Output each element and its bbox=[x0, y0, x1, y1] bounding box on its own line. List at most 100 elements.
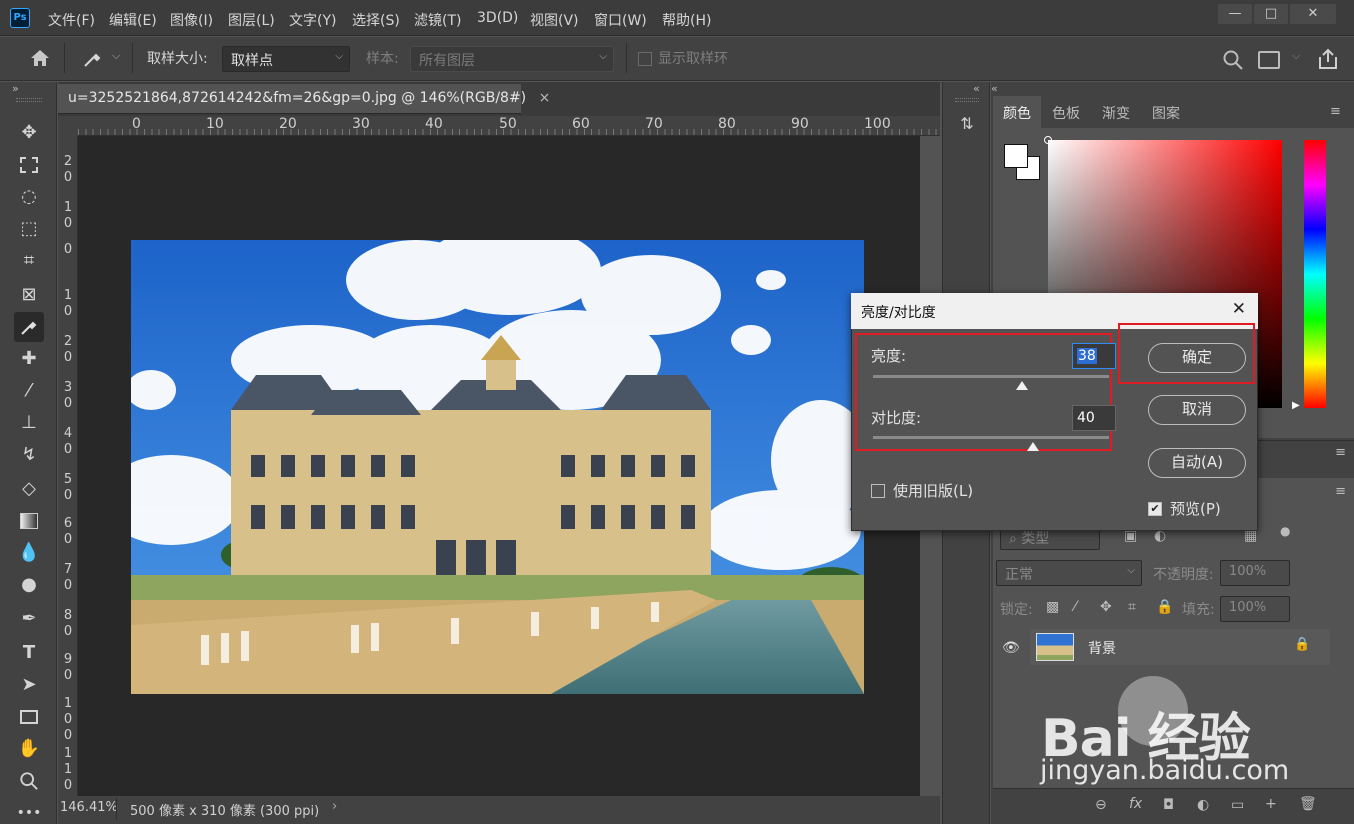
more-tools-icon[interactable]: ••• bbox=[14, 798, 44, 824]
show-ring-checkbox[interactable] bbox=[638, 52, 652, 66]
document-image[interactable] bbox=[131, 240, 864, 694]
search-icon[interactable] bbox=[1222, 49, 1244, 71]
menu-window[interactable]: 窗口(W) bbox=[594, 10, 647, 30]
hue-slider[interactable] bbox=[1304, 140, 1326, 408]
cancel-button[interactable]: 取消 bbox=[1148, 395, 1246, 425]
tab-swatches[interactable]: 色板 bbox=[1042, 96, 1090, 128]
panel-menu-icon[interactable]: ≡ bbox=[1335, 445, 1346, 460]
workspace-icon[interactable] bbox=[1258, 51, 1280, 69]
brightness-slider-thumb[interactable] bbox=[1015, 381, 1028, 390]
ok-button[interactable]: 确定 bbox=[1148, 343, 1246, 373]
blend-mode-select[interactable]: 正常 ⌵ bbox=[996, 560, 1142, 586]
menu-view[interactable]: 视图(V) bbox=[530, 10, 579, 30]
document-tab[interactable]: u=3252521864,872614242&fm=26&gp=0.jpg @ … bbox=[58, 84, 550, 114]
menu-help[interactable]: 帮助(H) bbox=[662, 10, 711, 30]
delete-layer-trash-icon[interactable]: 🗑 bbox=[1299, 796, 1317, 812]
contrast-slider[interactable] bbox=[873, 436, 1109, 439]
lock-all-icon[interactable]: 🔒 bbox=[1156, 599, 1173, 615]
new-layer-icon[interactable]: + bbox=[1265, 796, 1277, 812]
opacity-input[interactable]: 100% bbox=[1220, 560, 1290, 586]
lock-transparent-icon[interactable]: ▩ bbox=[1046, 599, 1059, 615]
healing-brush-tool-icon[interactable]: ✚ bbox=[14, 344, 44, 374]
clone-stamp-tool-icon[interactable]: ⊥ bbox=[14, 408, 44, 438]
layer-row-background[interactable]: 背景 🔒 bbox=[1030, 629, 1330, 665]
tool-preset-chevron-icon[interactable]: ⌵ bbox=[112, 49, 120, 63]
gradient-tool-icon[interactable] bbox=[14, 506, 44, 536]
object-selection-tool-icon[interactable]: ⬚ bbox=[14, 214, 44, 244]
menu-select[interactable]: 选择(S) bbox=[352, 10, 400, 30]
path-selection-tool-icon[interactable]: ➤ bbox=[14, 670, 44, 700]
use-legacy-checkbox[interactable] bbox=[871, 484, 885, 498]
lasso-tool-icon[interactable]: ◌ bbox=[14, 182, 44, 212]
link-layers-icon[interactable]: ⊖ bbox=[1095, 797, 1107, 813]
horizontal-ruler[interactable]: 0 10 20 30 40 50 60 70 80 90 100 bbox=[78, 116, 940, 136]
crop-tool-icon[interactable]: ⌗ bbox=[14, 246, 44, 276]
share-icon[interactable] bbox=[1316, 47, 1340, 71]
ruler-origin[interactable] bbox=[58, 116, 78, 136]
preview-checkbox[interactable]: ✔ bbox=[1148, 502, 1162, 516]
zoom-level[interactable]: 146.41% bbox=[60, 800, 118, 815]
filter-toggle-icon[interactable]: ● bbox=[1280, 524, 1290, 538]
marquee-tool-icon[interactable] bbox=[14, 150, 44, 180]
type-tool-icon[interactable]: T bbox=[14, 638, 44, 668]
status-menu-arrow-icon[interactable]: › bbox=[332, 799, 337, 814]
brightness-slider[interactable] bbox=[873, 375, 1109, 378]
zoom-tool-icon[interactable] bbox=[14, 766, 44, 796]
blur-tool-icon[interactable]: 💧 bbox=[14, 538, 44, 568]
panel-menu-icon[interactable]: ≡ bbox=[1330, 104, 1341, 119]
eyedropper-icon[interactable] bbox=[80, 47, 104, 71]
contrast-input[interactable]: 40 bbox=[1072, 405, 1116, 431]
adjustment-layer-icon[interactable]: ◐ bbox=[1197, 797, 1209, 813]
brush-tool-icon[interactable]: ⁄ bbox=[14, 376, 44, 406]
auto-button[interactable]: 自动(A) bbox=[1148, 448, 1246, 478]
menu-file[interactable]: 文件(F) bbox=[48, 10, 95, 30]
eyedropper-tool-icon[interactable] bbox=[14, 312, 44, 342]
tab-patterns[interactable]: 图案 bbox=[1142, 96, 1190, 128]
foreground-color-swatch[interactable] bbox=[1004, 144, 1028, 168]
lock-position-icon[interactable]: ✥ bbox=[1100, 599, 1112, 615]
menu-image[interactable]: 图像(I) bbox=[170, 10, 213, 30]
menu-filter[interactable]: 滤镜(T) bbox=[414, 10, 461, 30]
pen-tool-icon[interactable]: ✒ bbox=[14, 604, 44, 634]
lock-artboard-icon[interactable]: ⌗ bbox=[1128, 599, 1136, 615]
lock-pixels-brush-icon[interactable]: ⁄ bbox=[1074, 599, 1076, 615]
hue-slider-handle[interactable]: ▶ bbox=[1292, 400, 1300, 411]
move-tool-icon[interactable]: ✥ bbox=[14, 118, 44, 148]
history-panel-icon[interactable]: ⇅ bbox=[953, 110, 981, 138]
contrast-slider-thumb[interactable] bbox=[1027, 442, 1040, 451]
eraser-tool-icon[interactable]: ◇ bbox=[14, 474, 44, 504]
sample-select[interactable]: 所有图层 ⌵ bbox=[410, 46, 614, 72]
sample-size-select[interactable]: 取样点 ⌵ bbox=[222, 46, 350, 72]
menu-edit[interactable]: 编辑(E) bbox=[109, 10, 157, 30]
tab-gradients[interactable]: 渐变 bbox=[1092, 96, 1140, 128]
vertical-ruler[interactable]: 2 0 1 0 0 1 0 2 0 3 0 4 0 5 0 6 0 7 0 8 … bbox=[58, 136, 78, 796]
rectangle-tool-icon[interactable] bbox=[14, 702, 44, 732]
collapse-panel-icon[interactable]: » bbox=[12, 82, 19, 95]
collapse-panels-icon[interactable]: « bbox=[991, 82, 998, 95]
tab-color[interactable]: 颜色 bbox=[993, 96, 1041, 128]
menu-3d[interactable]: 3D(D) bbox=[477, 10, 518, 26]
menu-layer[interactable]: 图层(L) bbox=[228, 10, 275, 30]
fill-input[interactable]: 100% bbox=[1220, 596, 1290, 622]
add-mask-icon[interactable]: ◘ bbox=[1163, 797, 1174, 813]
workspace-chevron-icon[interactable]: ⌵ bbox=[1292, 49, 1300, 63]
menu-type[interactable]: 文字(Y) bbox=[289, 10, 336, 30]
dodge-tool-icon[interactable]: ● bbox=[14, 570, 44, 600]
minimize-button[interactable]: — bbox=[1218, 4, 1252, 24]
color-picker-handle[interactable] bbox=[1044, 136, 1052, 144]
dialog-close-icon[interactable]: ✕ bbox=[1232, 299, 1246, 319]
expand-panels-icon[interactable]: « bbox=[973, 82, 980, 95]
maximize-button[interactable]: □ bbox=[1254, 4, 1288, 24]
brightness-input[interactable]: 38 bbox=[1072, 343, 1116, 369]
hand-tool-icon[interactable]: ✋ bbox=[14, 734, 44, 764]
layer-style-fx-icon[interactable]: fx bbox=[1129, 796, 1142, 812]
home-icon[interactable] bbox=[28, 47, 52, 69]
history-brush-tool-icon[interactable]: ↯ bbox=[14, 440, 44, 470]
close-tab-icon[interactable]: × bbox=[539, 90, 551, 106]
panel-menu-icon[interactable]: ≡ bbox=[1335, 484, 1346, 499]
close-window-button[interactable]: ✕ bbox=[1290, 4, 1336, 24]
layer-visibility-eye-icon[interactable]: 👁 bbox=[1002, 640, 1020, 656]
frame-tool-icon[interactable]: ⊠ bbox=[14, 280, 44, 310]
grip-icon[interactable] bbox=[16, 98, 42, 102]
grip-icon[interactable] bbox=[955, 98, 979, 102]
